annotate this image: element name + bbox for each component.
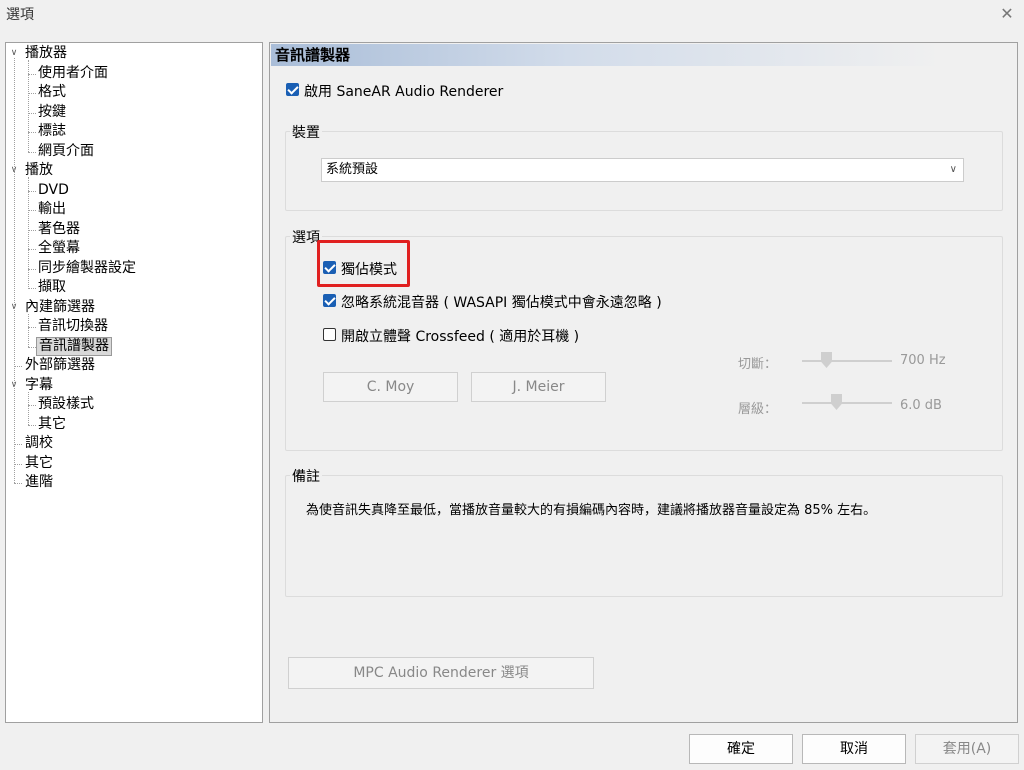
ignore-mixer-label: 忽略系統混音器 ( WASAPI 獨佔模式中會永遠忽略 ) bbox=[341, 295, 662, 311]
tree-child-item[interactable]: 音訊切換器 bbox=[36, 317, 110, 336]
options-tree[interactable]: ∨ 播放器 使用者介面 格式 按鍵 標誌 網頁介面 ∨ 播放 DVD 輸出 著色器 全螢幕 同步繪製器設定… bbox=[5, 42, 263, 723]
tree-child-item[interactable]: 輸出 bbox=[36, 200, 68, 219]
tree-connector bbox=[28, 93, 36, 94]
tree-connector bbox=[28, 424, 36, 426]
tree-child-item[interactable]: 網頁介面 bbox=[36, 142, 96, 161]
crossfeed-label: 開啟立體聲 Crossfeed ( 適用於耳機 ) bbox=[341, 329, 580, 345]
tree-group-item[interactable]: 調校 bbox=[23, 434, 55, 453]
tree-child-item[interactable]: DVD bbox=[36, 181, 71, 200]
tree-child-item[interactable]: 按鍵 bbox=[36, 103, 68, 122]
tree-child-item[interactable]: 其它 bbox=[36, 415, 68, 434]
crossfeed-checkbox[interactable] bbox=[323, 328, 336, 341]
tree-group-item[interactable]: 內建篩選器 bbox=[23, 298, 97, 317]
tree-connector bbox=[28, 229, 36, 231]
tree-child-item[interactable]: 使用者介面 bbox=[36, 64, 110, 83]
settings-panel: 音訊譜製器 啟用 SaneAR Audio Renderer 裝置 系統預設 ∨… bbox=[269, 42, 1018, 723]
notes-group-title: 備註 bbox=[290, 466, 322, 486]
tree-connector bbox=[14, 444, 22, 445]
tree-connector bbox=[28, 73, 36, 75]
tree-child-item[interactable]: 格式 bbox=[36, 83, 68, 102]
device-group-title: 裝置 bbox=[290, 122, 322, 142]
tree-group-item[interactable]: 其它 bbox=[23, 454, 55, 473]
cancel-button[interactable]: 取消 bbox=[802, 734, 906, 764]
tree-connector bbox=[28, 132, 36, 133]
tree-connector bbox=[28, 391, 29, 425]
tree-connector bbox=[28, 210, 36, 211]
mpc-renderer-options-button[interactable]: MPC Audio Renderer 選項 bbox=[288, 657, 594, 689]
device-selected-value: 系統預設 bbox=[326, 162, 379, 177]
exclusive-mode-checkbox[interactable] bbox=[323, 261, 336, 274]
tree-child-item[interactable]: 音訊譜製器 bbox=[36, 336, 112, 356]
tree-child-item[interactable]: 著色器 bbox=[36, 220, 82, 239]
cutoff-value: 700 Hz bbox=[900, 353, 946, 368]
tree-connector bbox=[28, 327, 36, 328]
tree-group-item[interactable]: 外部篩選器 bbox=[23, 356, 97, 375]
tree-child-item[interactable]: 預設樣式 bbox=[36, 395, 96, 414]
tree-connector bbox=[28, 346, 36, 348]
level-slider-track[interactable] bbox=[802, 402, 892, 404]
enable-renderer-checkbox[interactable] bbox=[286, 83, 299, 96]
tree-connector bbox=[28, 288, 36, 289]
tree-connector bbox=[14, 58, 15, 483]
tree-connector bbox=[14, 463, 22, 465]
tree-child-item[interactable]: 擷取 bbox=[36, 278, 68, 297]
device-dropdown[interactable]: 系統預設 ∨ bbox=[321, 158, 964, 182]
cutoff-label: 切斷： bbox=[738, 357, 778, 372]
tree-connector bbox=[28, 190, 36, 192]
cmoy-button[interactable]: C. Moy bbox=[323, 372, 458, 402]
tree-connector bbox=[28, 405, 36, 406]
ok-button[interactable]: 確定 bbox=[689, 734, 793, 764]
exclusive-mode-label: 獨佔模式 bbox=[341, 262, 397, 278]
close-icon[interactable]: ✕ bbox=[997, 4, 1017, 24]
tree-connector bbox=[28, 151, 36, 153]
tree-child-item[interactable]: 全螢幕 bbox=[36, 239, 82, 258]
jmeier-button[interactable]: J. Meier bbox=[471, 372, 606, 402]
tree-connector bbox=[28, 313, 29, 347]
tree-connector bbox=[28, 268, 36, 270]
level-label: 層級： bbox=[738, 402, 778, 417]
notes-group bbox=[285, 475, 1003, 597]
tree-connector bbox=[14, 366, 22, 367]
tree-child-item[interactable]: 同步繪製器設定 bbox=[36, 259, 138, 278]
tree-connector bbox=[28, 112, 36, 114]
tree-connector bbox=[28, 249, 36, 250]
window-title: 選項 bbox=[6, 7, 34, 23]
tree-group-item[interactable]: 進階 bbox=[23, 473, 55, 492]
tree-connector bbox=[28, 60, 29, 152]
chevron-down-icon: ∨ bbox=[949, 164, 957, 175]
tree-child-item[interactable]: 標誌 bbox=[36, 122, 68, 141]
level-value: 6.0 dB bbox=[900, 398, 942, 413]
tree-connector bbox=[14, 483, 22, 484]
cutoff-slider-track[interactable] bbox=[802, 360, 892, 362]
enable-renderer-label: 啟用 SaneAR Audio Renderer bbox=[304, 84, 504, 100]
apply-button[interactable]: 套用(A) bbox=[915, 734, 1019, 764]
notes-text: 為使音訊失真降至最低，當播放音量較大的有損編碼內容時，建議將播放器音量設定為 8… bbox=[306, 503, 877, 518]
page-title: 音訊譜製器 bbox=[271, 44, 1016, 66]
tree-group-item[interactable]: 播放器 bbox=[23, 44, 69, 63]
tree-connector bbox=[28, 177, 29, 289]
ignore-mixer-checkbox[interactable] bbox=[323, 294, 336, 307]
